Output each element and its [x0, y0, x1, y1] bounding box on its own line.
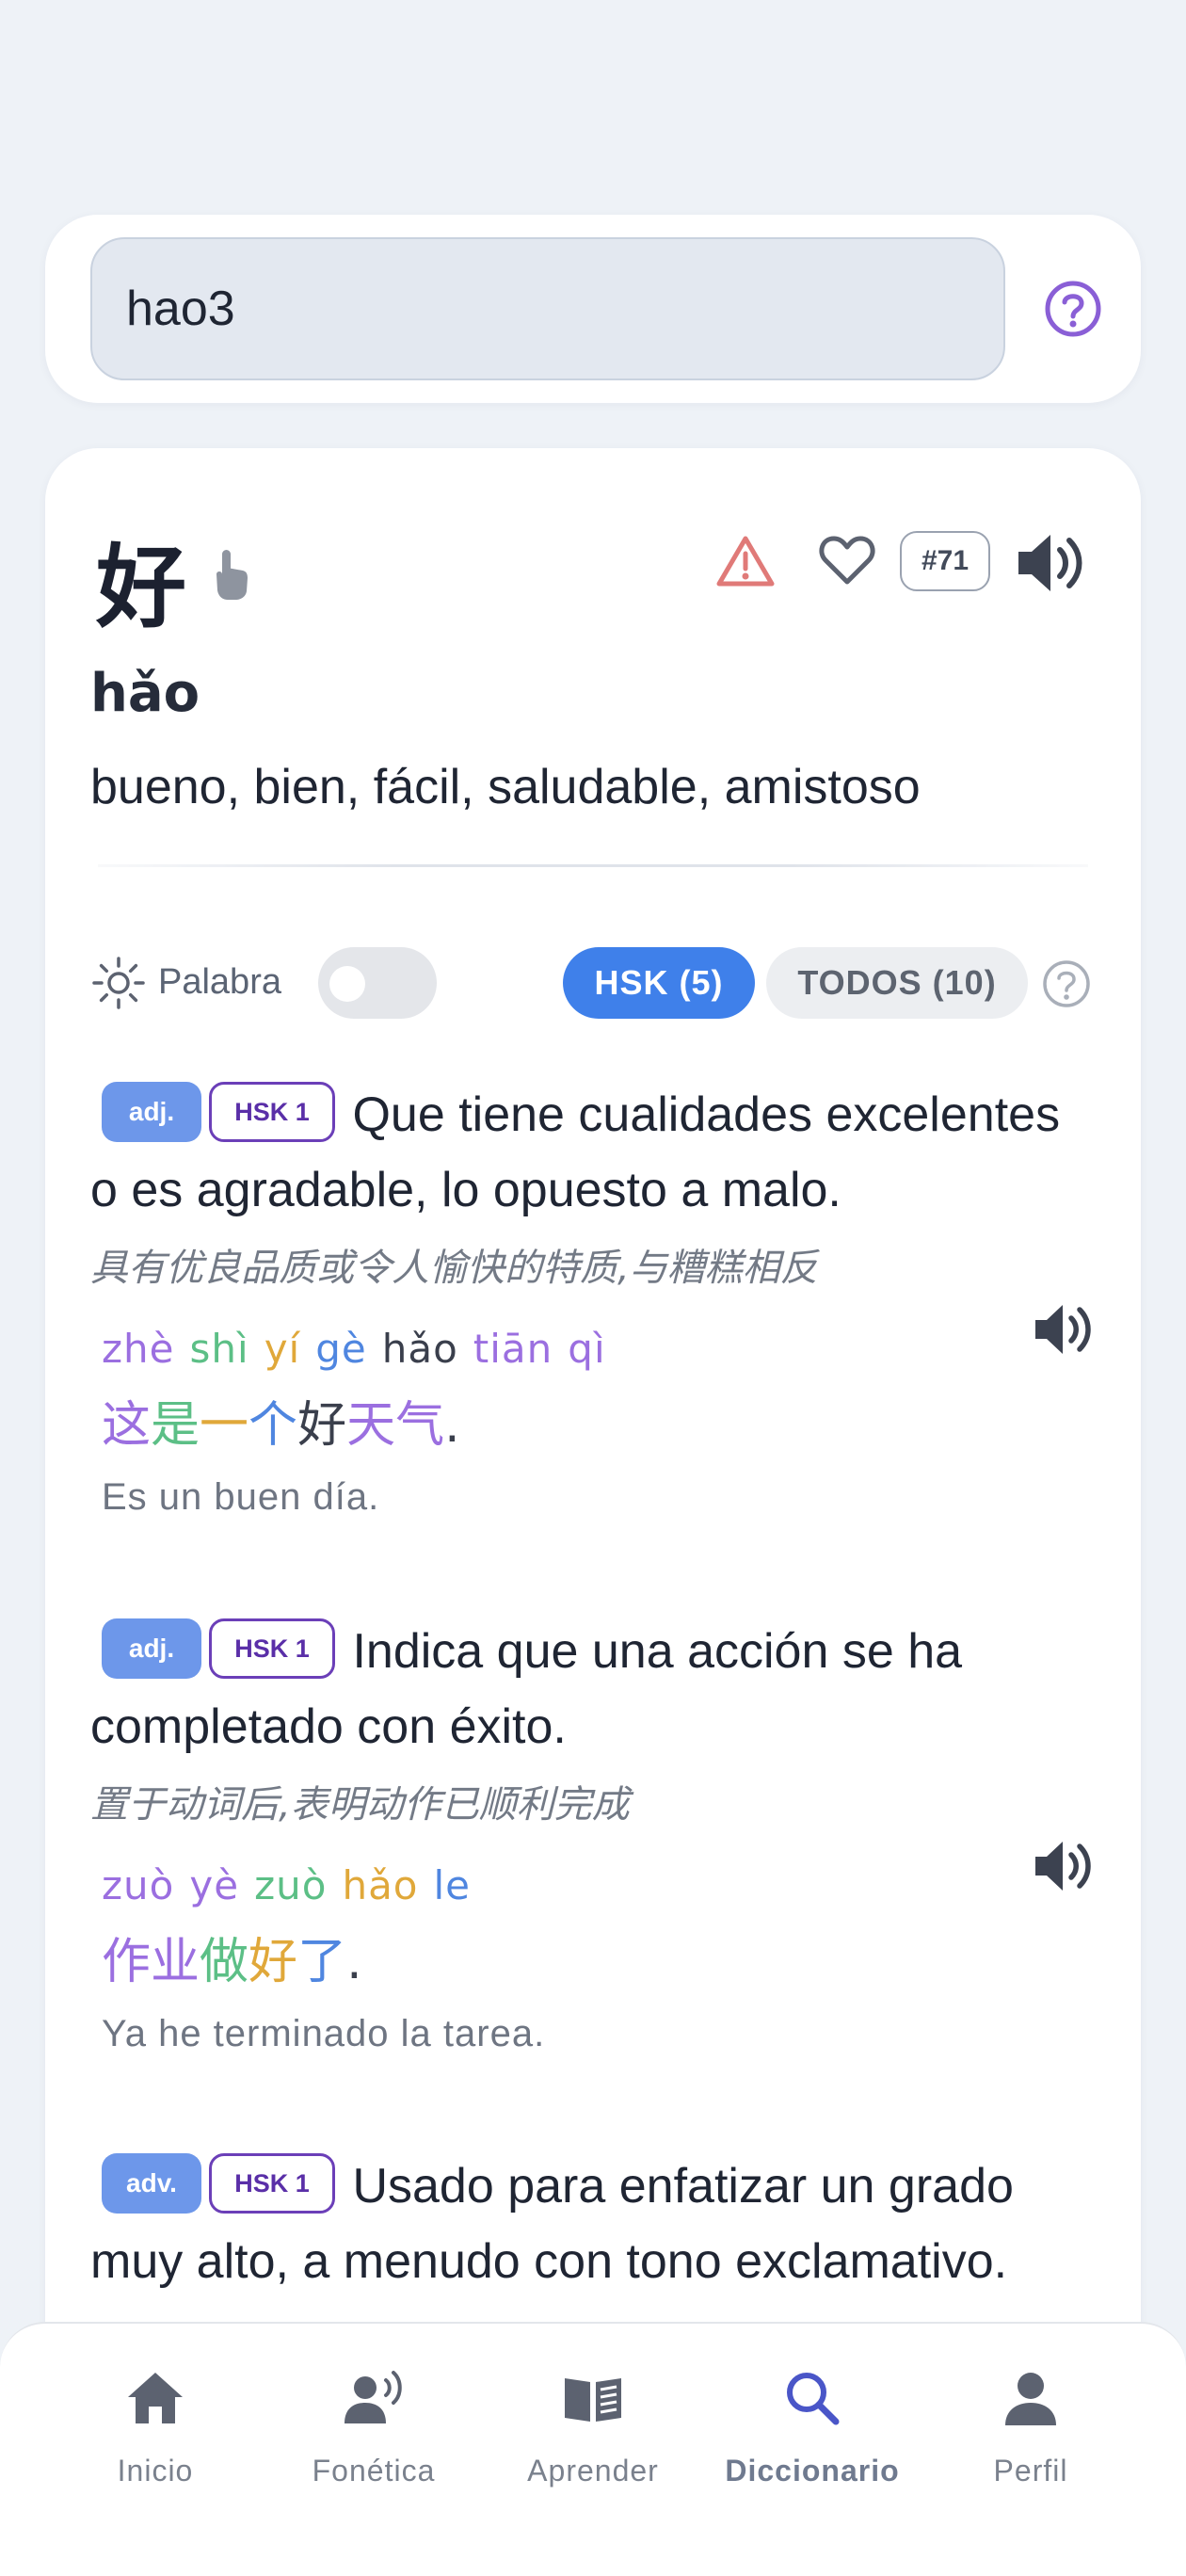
toggle-knob [329, 966, 365, 1002]
user-icon [1005, 2373, 1056, 2425]
example-char[interactable]: 一 [200, 1397, 248, 1454]
nav-item-inicio[interactable]: Inicio [56, 2367, 254, 2508]
filter-help-icon[interactable] [1041, 958, 1092, 1009]
home-icon [128, 2373, 183, 2423]
pinyin-syllable: zhè [102, 1326, 175, 1372]
part-of-speech-badge: adv. [102, 2153, 201, 2214]
example-punctuation: . [444, 1397, 460, 1454]
bottom-nav: Inicio Fonética Aprender Diccionario Per… [0, 2322, 1186, 2576]
search-card [45, 215, 1141, 403]
warning-icon[interactable] [715, 533, 776, 589]
example-speaker-icon[interactable] [1032, 1836, 1098, 1896]
word-pinyin: hǎo [90, 663, 200, 724]
nav-label: Inicio [117, 2454, 194, 2487]
word-card: 好 #71 hǎo bueno, bien, fácil, saludable,… [45, 448, 1141, 2576]
example-char[interactable]: 好 [248, 1934, 297, 1990]
search-input[interactable] [90, 237, 1005, 380]
example-char[interactable]: 这 [102, 1397, 151, 1454]
search-icon [787, 2373, 840, 2425]
nav-label: Aprender [527, 2454, 659, 2487]
example-char[interactable]: 气 [395, 1397, 444, 1454]
hsk-level-badge: HSK 1 [209, 1082, 335, 1143]
pinyin-syllable: tiān [473, 1326, 553, 1372]
hsk-level-badge: HSK 1 [209, 1618, 335, 1680]
divider [98, 864, 1088, 867]
example-char[interactable]: 天 [346, 1397, 395, 1454]
definition-text-line: adj. HSK 1 Que tiene cualidades excelente… [90, 1077, 1098, 1228]
pinyin-syllable: qì [568, 1326, 606, 1372]
speaking-person-icon [345, 2371, 402, 2423]
example-char[interactable]: 个 [248, 1397, 297, 1454]
definition-text-line: adv. HSK 1 Usado para enfatizar un grado … [90, 2149, 1098, 2299]
tab-hsk[interactable]: HSK (5) [563, 947, 755, 1019]
pinyin-syllable: yí [264, 1326, 301, 1372]
definition-text-line: adj. HSK 1 Indica que una acción se ha co… [90, 1614, 1098, 1764]
nav-label: Fonética [312, 2454, 436, 2487]
example-char[interactable]: 了 [297, 1934, 346, 1990]
nav-item-perfil[interactable]: Perfil [932, 2367, 1130, 2508]
pinyin-syllable: gè [315, 1326, 367, 1372]
pinyin-syllable: hǎo [342, 1862, 419, 1908]
favorite-heart-icon[interactable] [817, 531, 877, 588]
definition-chinese: 置于动词后,表明动作已顺利完成 [90, 1783, 630, 1827]
example-sentence: 这是一个好天气. [90, 1385, 1098, 1456]
nav-item-diccionario[interactable]: Diccionario [713, 2367, 911, 2508]
example-char[interactable]: 是 [151, 1397, 200, 1454]
book-icon [565, 2378, 621, 2422]
pinyin-syllable: hǎo [381, 1326, 458, 1372]
pinyin-syllable: shì [189, 1326, 249, 1372]
example-pinyin: zhè shì yí gè hǎo tiān qì [90, 1326, 1098, 1372]
nav-label: Perfil [993, 2454, 1068, 2487]
example-translation: Ya he terminado la tarea. [102, 2013, 546, 2054]
example-char[interactable]: 做 [200, 1934, 248, 1990]
word-meaning: bueno, bien, fácil, saludable, amistoso [90, 760, 921, 814]
part-of-speech-badge: adj. [102, 1618, 201, 1680]
example-char[interactable]: 业 [151, 1934, 200, 1990]
example-translation: Es un buen día. [102, 1476, 380, 1518]
definition-item: adj. HSK 1 Indica que una acción se ha co… [90, 1614, 1098, 2055]
example-punctuation: . [346, 1934, 362, 1990]
nav-item-fonetica[interactable]: Fonética [275, 2367, 473, 2508]
speaker-icon[interactable] [1015, 529, 1090, 597]
nav-item-aprender[interactable]: Aprender [494, 2367, 692, 2508]
tab-todos[interactable]: TODOS (10) [766, 947, 1028, 1019]
example-char[interactable]: 好 [297, 1397, 346, 1454]
example-char[interactable]: 作 [102, 1934, 151, 1990]
pinyin-syllable: le [433, 1862, 472, 1908]
hsk-level-badge: HSK 1 [209, 2153, 335, 2214]
pinyin-syllable: zuò [102, 1862, 175, 1908]
help-icon[interactable] [1043, 279, 1103, 339]
palabra-toggle-label: Palabra [158, 962, 281, 1002]
nav-label: Diccionario [725, 2454, 900, 2487]
frequency-rank-badge: #71 [900, 531, 990, 591]
example-speaker-icon[interactable] [1032, 1299, 1098, 1360]
pointer-hand-icon[interactable] [207, 546, 254, 603]
word-hanzi: 好 [96, 535, 186, 640]
definition-item: adv. HSK 1 Usado para enfatizar un grado … [90, 2149, 1098, 2299]
example-pinyin: zuò yè zuò hǎo le [90, 1862, 1098, 1908]
definition-chinese: 具有优良品质或令人愉快的特质,与糟糕相反 [90, 1247, 818, 1290]
sun-icon [92, 957, 145, 1009]
pinyin-syllable: yè [189, 1862, 240, 1908]
pinyin-syllable: zuò [254, 1862, 328, 1908]
definition-item: adj. HSK 1 Que tiene cualidades excelente… [90, 1077, 1098, 1519]
palabra-toggle[interactable] [318, 947, 437, 1019]
part-of-speech-badge: adj. [102, 1082, 201, 1143]
example-sentence: 作业做好了. [90, 1922, 1098, 1992]
